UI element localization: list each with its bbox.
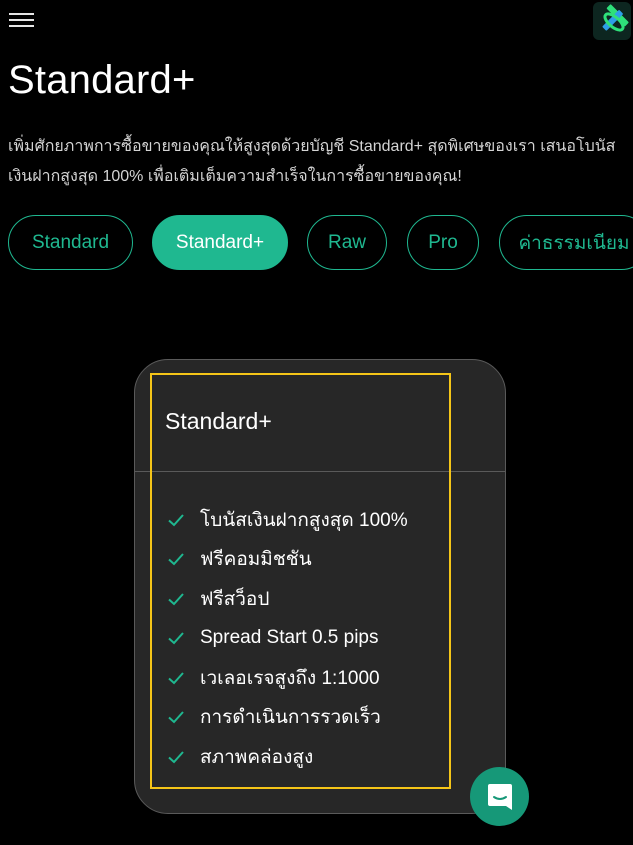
feature-text: การดำเนินการรวดเร็ว bbox=[200, 707, 381, 729]
feature-item: ฟรีคอมมิชชัน bbox=[166, 540, 446, 580]
feature-text: Spread Start 0.5 pips bbox=[200, 627, 379, 649]
feature-text: โบนัสเงินฝากสูงสุด 100% bbox=[200, 509, 408, 531]
feature-text: ฟรีคอมมิชชัน bbox=[200, 549, 312, 571]
check-icon bbox=[168, 593, 184, 606]
check-icon bbox=[168, 632, 184, 645]
account-type-tabs: Standard Standard+ Raw Pro ค่าธรรมเนียม bbox=[0, 215, 633, 270]
check-icon bbox=[168, 751, 184, 764]
feature-item: โบนัสเงินฝากสูงสุด 100% bbox=[166, 500, 446, 540]
top-bar bbox=[0, 0, 633, 42]
page-title: Standard+ bbox=[8, 58, 196, 102]
tab-standard[interactable]: Standard bbox=[8, 215, 133, 270]
card-divider bbox=[135, 471, 505, 472]
feature-item: เวเลอเรจสูงถึง 1:1000 bbox=[166, 658, 446, 698]
brand-logo-icon[interactable] bbox=[593, 2, 631, 40]
chat-button[interactable] bbox=[470, 767, 529, 826]
feature-text: สภาพคล่องสูง bbox=[200, 746, 314, 768]
feature-item: สภาพคล่องสูง bbox=[166, 737, 446, 777]
check-icon bbox=[168, 553, 184, 566]
feature-text: เวเลอเรจสูงถึง 1:1000 bbox=[200, 667, 380, 689]
page-description: เพิ่มศักยภาพการซื้อขายของคุณให้สูงสุดด้ว… bbox=[8, 138, 616, 185]
check-icon bbox=[168, 514, 184, 527]
tab-standard-plus[interactable]: Standard+ bbox=[152, 215, 288, 270]
tab-pro[interactable]: Pro bbox=[407, 215, 479, 270]
hamburger-menu-icon[interactable] bbox=[9, 13, 35, 27]
chat-bubble-icon bbox=[487, 783, 512, 810]
feature-text: ฟรีสว็อป bbox=[200, 588, 270, 610]
tab-fees[interactable]: ค่าธรรมเนียม bbox=[499, 215, 633, 270]
tab-raw[interactable]: Raw bbox=[307, 215, 387, 270]
feature-list: โบนัสเงินฝากสูงสุด 100% ฟรีคอมมิชชัน ฟรี… bbox=[166, 500, 446, 777]
feature-item: Spread Start 0.5 pips bbox=[166, 619, 446, 659]
card-title: Standard+ bbox=[165, 408, 272, 434]
check-icon bbox=[168, 711, 184, 724]
feature-item: ฟรีสว็อป bbox=[166, 579, 446, 619]
check-icon bbox=[168, 672, 184, 685]
feature-item: การดำเนินการรวดเร็ว bbox=[166, 698, 446, 738]
